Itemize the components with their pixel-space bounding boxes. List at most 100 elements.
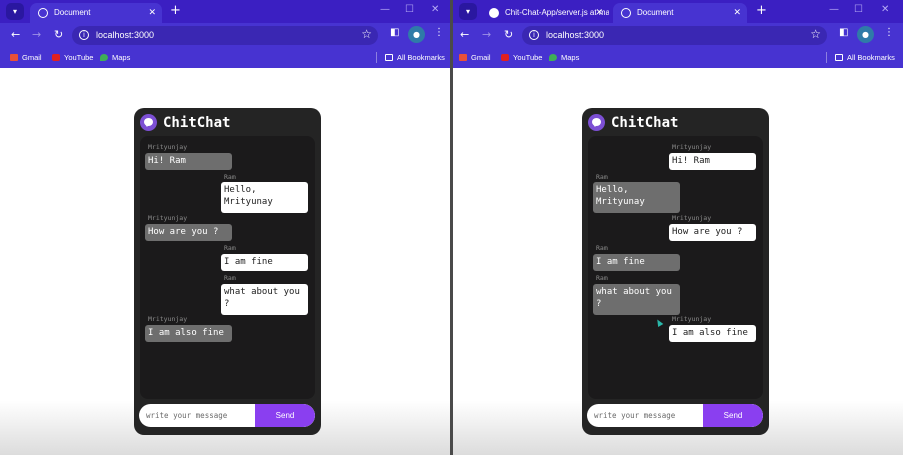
send-button[interactable]: Send (255, 404, 315, 427)
message-bubble: Hi! Ram (669, 153, 756, 170)
gmail-icon (10, 54, 18, 61)
maps-icon (100, 54, 108, 61)
all-bookmarks-label: All Bookmarks (397, 53, 445, 62)
tab-document[interactable]: Document ✕ (613, 3, 747, 23)
page-viewport: ChitChat Mrityunjay Hi! Ram Ram Hello, Mrit… (453, 68, 903, 455)
close-tab-icon[interactable]: ✕ (148, 3, 156, 22)
youtube-icon (52, 54, 60, 61)
back-arrow-icon[interactable]: ← (11, 28, 20, 41)
address-url: localhost:3000 (96, 30, 155, 40)
message-bubble: I am fine (593, 254, 680, 271)
kebab-menu-icon[interactable]: ⋮ (434, 27, 444, 38)
side-panel-icon[interactable]: ◧ (839, 27, 848, 38)
tab-strip: ▾ Document ✕ + — ☐ ✕ (0, 0, 450, 23)
maps-icon (549, 54, 557, 61)
bookmark-maps[interactable]: Maps (549, 53, 579, 62)
message-input[interactable] (139, 404, 255, 427)
tab-github[interactable]: Chit-Chat-App/server.js at mai ✕ (481, 3, 609, 23)
address-bar[interactable]: i localhost:3000 ☆ (72, 26, 378, 45)
github-icon (489, 8, 499, 18)
close-tab-icon[interactable]: ✕ (733, 3, 741, 22)
minimize-icon[interactable]: — (380, 4, 390, 15)
send-button[interactable]: Send (703, 404, 763, 427)
message-bubble: I am also fine (669, 325, 756, 342)
back-arrow-icon[interactable]: ← (460, 28, 469, 41)
close-tab-icon[interactable]: ✕ (595, 3, 603, 22)
side-panel-icon[interactable]: ◧ (390, 27, 399, 38)
tab-search-chevron-down-icon[interactable]: ▾ (6, 3, 24, 20)
tab-title: Document (637, 8, 674, 17)
new-tab-plus-icon[interactable]: + (756, 3, 767, 19)
minimize-icon[interactable]: — (829, 4, 839, 15)
bookmarks-divider (376, 52, 377, 63)
message-bubble: How are you ? (669, 224, 756, 241)
message-sender: Mrityunjay (672, 143, 712, 151)
bookmark-youtube[interactable]: YouTube (501, 53, 542, 62)
close-window-icon[interactable]: ✕ (881, 4, 889, 15)
message-bubble: I am also fine (145, 325, 232, 342)
message-sender: Ram (596, 244, 608, 252)
info-icon[interactable]: i (79, 30, 89, 40)
bookmarks-divider (826, 52, 827, 63)
reload-icon[interactable]: ↻ (504, 28, 513, 41)
tab-search-chevron-down-icon[interactable]: ▾ (459, 3, 477, 20)
page-viewport: ChitChat Mrityunjay Hi! Ram Ram Hello, Mrit… (0, 68, 450, 455)
bookmark-label: Maps (561, 53, 580, 62)
bookmark-label: YouTube (64, 53, 94, 62)
maximize-icon[interactable]: ☐ (854, 4, 863, 15)
maximize-icon[interactable]: ☐ (405, 4, 414, 15)
message-composer: Send (139, 404, 315, 427)
bookmark-label: YouTube (513, 53, 543, 62)
all-bookmarks-label: All Bookmarks (847, 53, 895, 62)
message-sender: Mrityunjay (672, 214, 712, 222)
message-bubble: Hello, Mrityunay (221, 182, 308, 213)
address-url: localhost:3000 (546, 30, 605, 40)
chat-bubble-icon (588, 114, 605, 131)
info-icon[interactable]: i (529, 30, 539, 40)
folder-icon (385, 54, 393, 61)
new-tab-plus-icon[interactable]: + (170, 3, 181, 19)
all-bookmarks[interactable]: All Bookmarks (835, 53, 895, 62)
chat-app: ChitChat Mrityunjay Hi! Ram Ram Hello, Mrit… (134, 108, 321, 435)
message-input[interactable] (587, 404, 703, 427)
star-icon[interactable]: ☆ (810, 27, 821, 41)
message-sender: Mrityunjay (148, 143, 188, 151)
bookmark-youtube[interactable]: YouTube (52, 53, 93, 62)
message-bubble: Hello, Mrityunay (593, 182, 680, 213)
profile-avatar[interactable]: ● (408, 26, 425, 43)
message-sender: Ram (224, 244, 236, 252)
tab-strip: ▾ Chit-Chat-App/server.js at mai ✕ Docum… (453, 0, 903, 23)
star-icon[interactable]: ☆ (361, 27, 372, 41)
globe-icon (621, 8, 631, 18)
close-window-icon[interactable]: ✕ (431, 4, 439, 15)
app-title: ChitChat (611, 115, 679, 131)
address-bar[interactable]: i localhost:3000 ☆ (522, 26, 827, 45)
message-sender: Ram (596, 274, 608, 282)
forward-arrow-icon[interactable]: → (32, 28, 41, 41)
bookmark-label: Gmail (22, 53, 42, 62)
message-sender: Ram (596, 173, 608, 181)
bookmark-gmail[interactable]: Gmail (10, 53, 42, 62)
tab-document[interactable]: Document ✕ (30, 3, 162, 23)
bookmark-label: Maps (112, 53, 131, 62)
browser-window-left: ▾ Document ✕ + — ☐ ✕ ← → ↻ i localhost:3… (0, 0, 450, 455)
message-bubble: I am fine (221, 254, 308, 271)
bookmarks-bar: Gmail YouTube Maps All Bookmarks (0, 48, 450, 68)
all-bookmarks[interactable]: All Bookmarks (385, 53, 445, 62)
browser-toolbar: ← → ↻ i localhost:3000 ☆ ◧ ● ⋮ (453, 23, 903, 48)
profile-avatar[interactable]: ● (857, 26, 874, 43)
bookmark-label: Gmail (471, 53, 491, 62)
forward-arrow-icon[interactable]: → (482, 28, 491, 41)
bookmark-maps[interactable]: Maps (100, 53, 130, 62)
message-bubble: How are you ? (145, 224, 232, 241)
kebab-menu-icon[interactable]: ⋮ (884, 27, 894, 38)
tab-title: Document (54, 8, 91, 17)
tab-title: Chit-Chat-App/server.js at mai (505, 8, 609, 17)
youtube-icon (501, 54, 509, 61)
bookmark-gmail[interactable]: Gmail (459, 53, 491, 62)
message-sender: Ram (224, 173, 236, 181)
reload-icon[interactable]: ↻ (54, 28, 63, 41)
browser-toolbar: ← → ↻ i localhost:3000 ☆ ◧ ● ⋮ (0, 23, 450, 48)
message-list: Mrityunjay Hi! Ram Ram Hello, Mrityunay Mrit… (140, 136, 315, 399)
browser-window-right: ▾ Chit-Chat-App/server.js at mai ✕ Docum… (453, 0, 903, 455)
